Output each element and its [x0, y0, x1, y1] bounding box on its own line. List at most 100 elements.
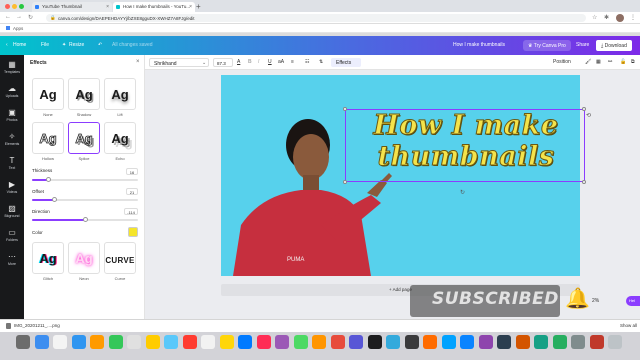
dock-app-icon[interactable]	[497, 335, 511, 349]
effect-curve[interactable]: CURVE	[104, 242, 136, 274]
font-size-field[interactable]: 87.3	[213, 58, 233, 67]
resize-handle[interactable]	[582, 180, 586, 184]
dock-app-icon[interactable]	[515, 335, 530, 349]
italic-icon[interactable]: I	[258, 59, 259, 65]
back-icon[interactable]: ←	[5, 14, 11, 20]
dock-app-icon[interactable]	[552, 335, 567, 349]
effect-hollow[interactable]: Ag	[32, 122, 64, 154]
rail-item-bkground[interactable]: ▨ Bkground	[0, 205, 24, 219]
try-pro-button[interactable]: ♛ Try Canva Pro	[523, 40, 571, 51]
rail-item-elements[interactable]: ✧ Elements	[0, 133, 24, 147]
resize-handle[interactable]	[582, 107, 586, 111]
position-button[interactable]: Position	[553, 59, 571, 65]
share-button[interactable]: Share	[576, 42, 589, 48]
new-tab-button[interactable]: +	[196, 2, 201, 11]
effect-lift[interactable]: Ag	[104, 78, 136, 110]
dock-app-icon[interactable]	[238, 335, 252, 349]
dock-app-icon[interactable]	[108, 335, 123, 349]
rail-item-templates[interactable]: ▦ Templates	[0, 61, 24, 75]
color-swatch[interactable]	[128, 227, 138, 237]
dock-app-icon[interactable]	[608, 335, 622, 349]
close-panel-icon[interactable]: ×	[136, 59, 140, 65]
rail-item-text[interactable]: T Text	[0, 157, 24, 171]
zoom-level[interactable]: 2%	[592, 298, 599, 304]
dock-app-icon[interactable]	[34, 335, 49, 349]
effect-glitch[interactable]: Ag	[32, 242, 64, 274]
refresh-element-icon[interactable]: ⟲	[586, 112, 591, 119]
list-icon[interactable]: ☷	[305, 59, 309, 65]
dock-app-icon[interactable]	[534, 335, 548, 349]
dock-app-icon[interactable]	[275, 335, 289, 349]
file-menu[interactable]: File	[41, 42, 49, 48]
dock-app-icon[interactable]	[90, 335, 104, 349]
thickness-value[interactable]: 16	[126, 168, 138, 175]
offset-slider[interactable]	[32, 199, 138, 201]
dock-app-icon[interactable]	[182, 335, 197, 349]
minimize-window-button[interactable]	[12, 4, 17, 9]
extensions-icon[interactable]: ✱	[604, 14, 609, 21]
underline-icon[interactable]: U	[268, 59, 272, 65]
dock-app-icon[interactable]	[71, 335, 86, 349]
dock-app-icon[interactable]	[256, 335, 271, 349]
align-center-icon[interactable]: ≡	[291, 59, 294, 65]
duplicate-icon[interactable]: ⧉	[631, 59, 635, 65]
dock-app-icon[interactable]	[127, 335, 141, 349]
undo-icon[interactable]: ↶	[98, 42, 102, 48]
dock-app-icon[interactable]	[349, 335, 363, 349]
download-button[interactable]: ⤓ Download	[596, 40, 632, 51]
document-title[interactable]: How I make thumbnails	[453, 42, 505, 48]
dock-app-icon[interactable]	[460, 335, 474, 349]
dock-app-icon[interactable]	[441, 335, 456, 349]
browser-tab[interactable]: YouTube Thumbnail ×	[32, 2, 112, 12]
offset-value[interactable]: 21	[126, 188, 138, 195]
home-button[interactable]: Home	[13, 42, 26, 48]
rail-item-videos[interactable]: ▶ Videos	[0, 181, 24, 195]
close-tab-icon[interactable]: ×	[189, 4, 192, 10]
effect-neon[interactable]: Ag	[68, 242, 100, 274]
paint-format-icon[interactable]: 🖌	[585, 59, 591, 65]
effect-none[interactable]: Ag	[32, 78, 64, 110]
rotate-handle-icon[interactable]: ↻	[460, 189, 465, 196]
rail-item-photos[interactable]: ▣ Photos	[0, 109, 24, 123]
dock-app-icon[interactable]	[53, 335, 67, 349]
close-window-button[interactable]	[5, 4, 10, 9]
star-icon[interactable]: ☆	[592, 14, 597, 21]
download-file-name[interactable]: IMG_20201211_....png	[14, 323, 60, 328]
reload-icon[interactable]: ↻	[28, 14, 33, 21]
direction-value[interactable]: -114	[124, 208, 138, 215]
uppercase-icon[interactable]: aA	[278, 59, 284, 65]
dock-app-icon[interactable]	[367, 335, 382, 349]
bold-icon[interactable]: B	[248, 59, 252, 65]
dock-app-icon[interactable]	[312, 335, 326, 349]
show-all-downloads[interactable]: Show all	[620, 323, 637, 328]
dock-app-icon[interactable]	[386, 335, 400, 349]
effect-echo[interactable]: Ag	[104, 122, 136, 154]
url-field[interactable]: 🔒 canva.com/design/DAEPEHDAYYj/bZXE8gguD…	[46, 14, 586, 22]
rail-item-folders[interactable]: ▭ Folders	[0, 229, 24, 243]
effect-splice[interactable]: Ag	[68, 122, 100, 154]
close-tab-icon[interactable]: ×	[106, 4, 109, 10]
font-selector[interactable]: Shrikhand ⌄	[149, 58, 209, 67]
dock-app-icon[interactable]	[423, 335, 437, 349]
profile-avatar[interactable]	[616, 14, 624, 22]
back-home-icon[interactable]: ‹	[6, 42, 8, 48]
effect-shadow[interactable]: Ag	[68, 78, 100, 110]
direction-slider-handle[interactable]	[82, 217, 88, 222]
dock-app-icon[interactable]	[571, 335, 585, 349]
spacing-icon[interactable]: ⇅	[319, 59, 323, 65]
rail-item-uploads[interactable]: ☁ Uploads	[0, 85, 24, 99]
dock-app-icon[interactable]	[219, 335, 234, 349]
dock-app-icon[interactable]	[16, 335, 30, 349]
lock-element-icon[interactable]: 🔓	[620, 59, 626, 65]
offset-slider-handle[interactable]	[51, 197, 57, 202]
resize-button[interactable]: Resize	[69, 42, 84, 48]
dock-app-icon[interactable]	[145, 335, 160, 349]
resize-handle[interactable]	[343, 107, 347, 111]
dock-app-icon[interactable]	[201, 335, 215, 349]
dock-app-icon[interactable]	[293, 335, 308, 349]
apps-bookmark[interactable]: Apps	[13, 26, 23, 31]
text-color-icon[interactable]: A	[237, 59, 240, 65]
dock-app-icon[interactable]	[478, 335, 493, 349]
effects-button[interactable]: Effects	[331, 58, 361, 67]
dock-app-icon[interactable]	[330, 335, 345, 349]
